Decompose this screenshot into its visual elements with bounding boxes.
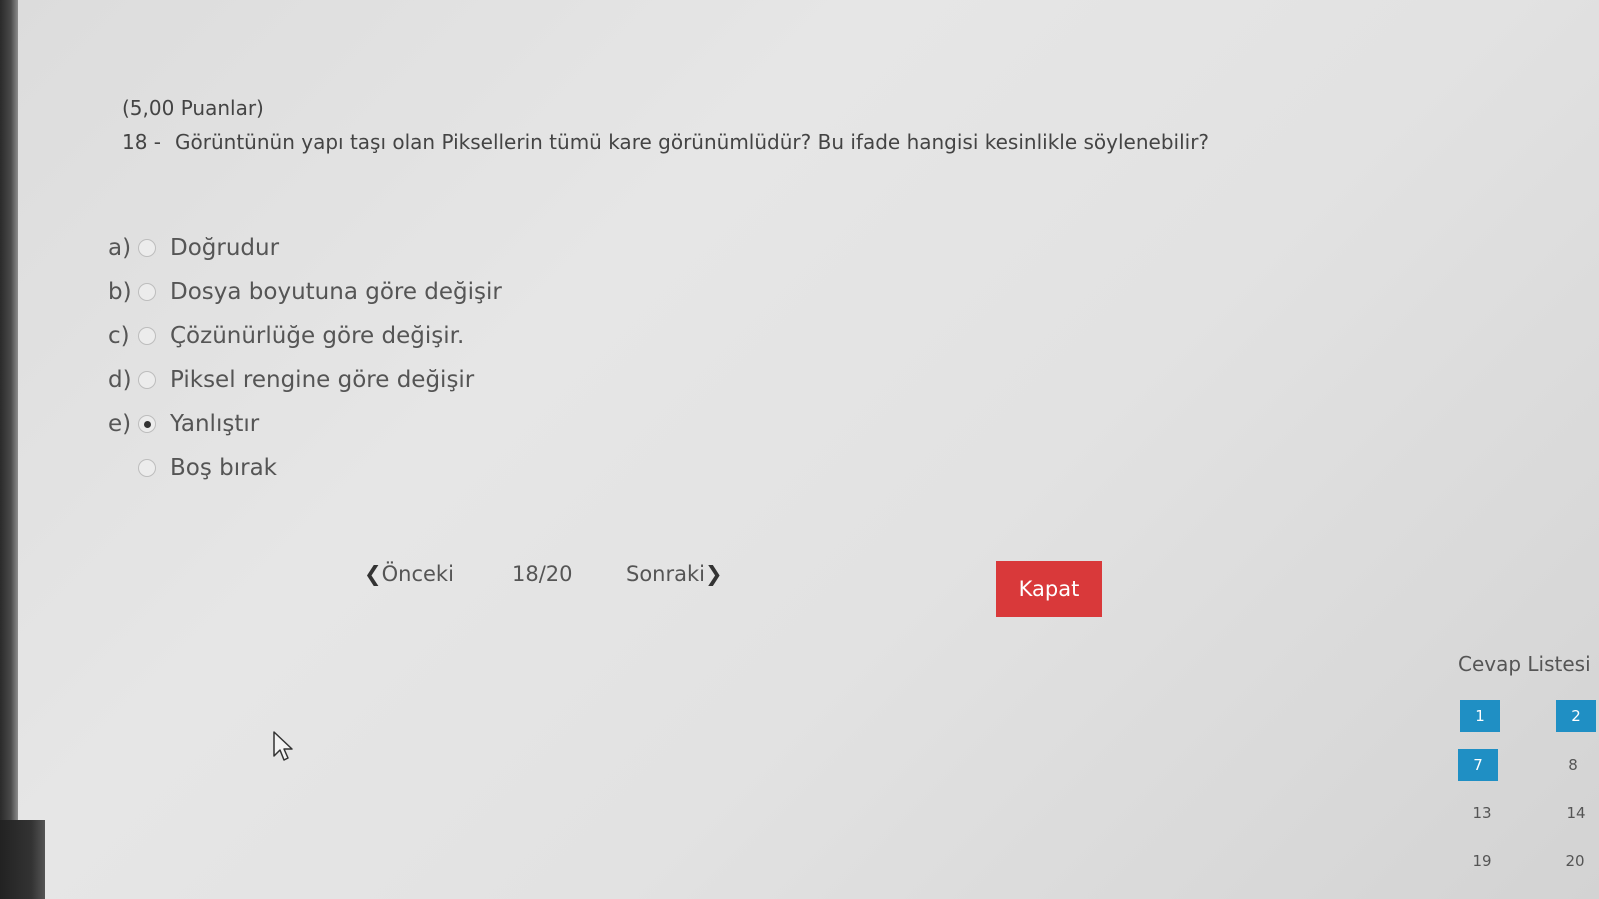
option-e-radio[interactable] — [138, 415, 156, 433]
answer-list-item-13[interactable]: 13 — [1462, 797, 1502, 829]
option-leave-blank[interactable]: Boş bırak — [108, 446, 502, 490]
option-letter: c) — [108, 323, 130, 349]
option-b-radio[interactable] — [138, 283, 156, 301]
answer-list-item-1[interactable]: 1 — [1460, 700, 1500, 732]
question-counter: 18/20 — [512, 562, 573, 586]
option-a-radio[interactable] — [138, 239, 156, 257]
option-b[interactable]: b) Dosya boyutuna göre değişir — [108, 270, 502, 314]
option-d-radio[interactable] — [138, 371, 156, 389]
mouse-pointer-icon — [272, 730, 296, 768]
question-text: Görüntünün yapı taşı olan Piksellerin tü… — [175, 130, 1210, 154]
option-c[interactable]: c) Çözünürlüğe göre değişir. — [108, 314, 502, 358]
answer-list-item-2[interactable]: 2 — [1556, 700, 1596, 732]
answer-list-item-19[interactable]: 19 — [1462, 845, 1502, 877]
option-a[interactable]: a) Doğrudur — [108, 226, 502, 270]
next-button[interactable]: Sonraki❯ — [626, 562, 723, 586]
question-number: 18 - — [122, 130, 162, 154]
question-points: (5,00 Puanlar) — [122, 96, 264, 120]
answer-list-item-20[interactable]: 20 — [1555, 845, 1595, 877]
chevron-left-icon: ❮ — [364, 562, 382, 586]
previous-label: Önceki — [381, 562, 454, 586]
option-label: Boş bırak — [170, 455, 278, 481]
next-label: Sonraki — [626, 562, 705, 586]
answer-list-item-8[interactable]: 8 — [1553, 749, 1593, 781]
answer-list-item-14[interactable]: 14 — [1556, 797, 1596, 829]
screen-bezel-corner — [0, 820, 45, 899]
answer-list-item-7[interactable]: 7 — [1458, 749, 1498, 781]
option-e[interactable]: e) Yanlıştır — [108, 402, 502, 446]
screen-bezel-left — [0, 0, 18, 899]
option-letter: d) — [108, 367, 132, 393]
question-text-row: 18 - Görüntünün yapı taşı olan Pikselleri… — [122, 130, 1209, 154]
answer-options: a) Doğrudur b) Dosya boyutuna göre değiş… — [108, 226, 502, 490]
option-label: Dosya boyutuna göre değişir — [170, 279, 502, 305]
close-button[interactable]: Kapat — [996, 561, 1102, 617]
chevron-right-icon: ❯ — [705, 562, 723, 586]
answer-list-title: Cevap Listesi — [1458, 652, 1591, 676]
option-leave-blank-radio[interactable] — [138, 459, 156, 477]
previous-button[interactable]: ❮Önceki — [364, 562, 454, 586]
option-letter: b) — [108, 279, 132, 305]
option-c-radio[interactable] — [138, 327, 156, 345]
option-label: Piksel rengine göre değişir — [170, 367, 475, 393]
option-letter: e) — [108, 411, 132, 437]
option-label: Çözünürlüğe göre değişir. — [170, 323, 465, 349]
option-d[interactable]: d) Piksel rengine göre değişir — [108, 358, 502, 402]
option-letter: a) — [108, 235, 132, 261]
option-label: Yanlıştır — [170, 411, 260, 437]
option-label: Doğrudur — [170, 235, 280, 261]
